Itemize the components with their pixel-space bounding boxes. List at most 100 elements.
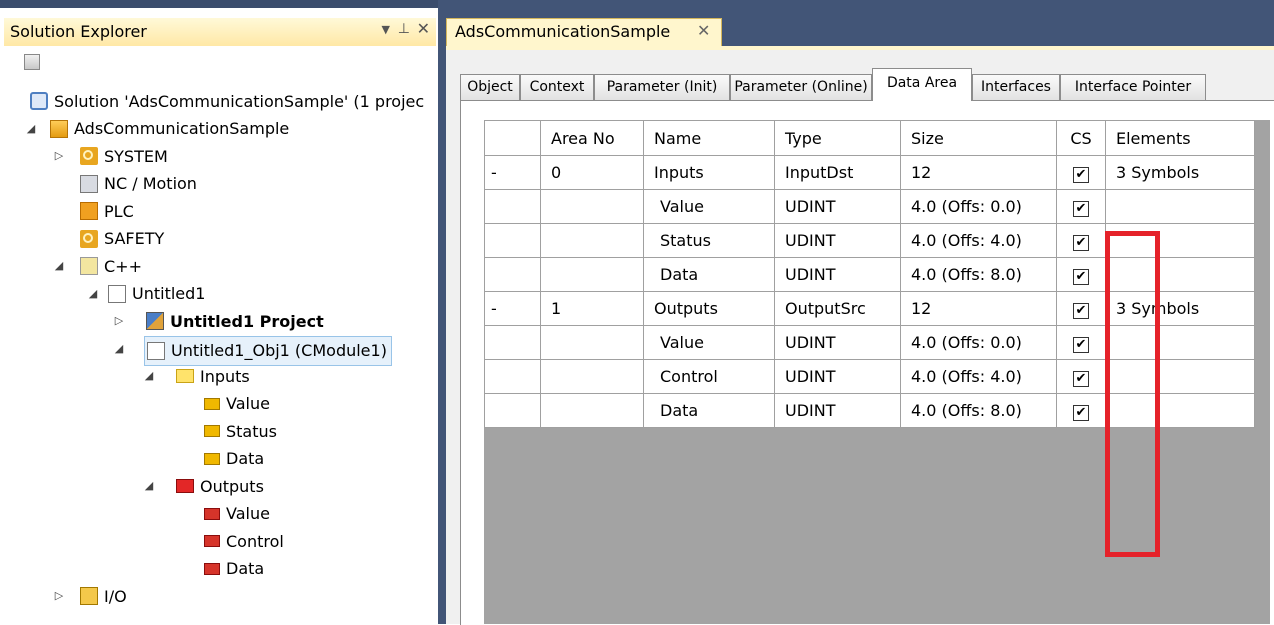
document-well: AdsCommunicationSample ✕ Object Context Pa… <box>438 0 1274 625</box>
tree-node[interactable]: I/O <box>80 583 127 609</box>
tree-expander[interactable]: ◢ <box>24 122 38 135</box>
output-variable-icon <box>204 507 220 520</box>
cell-expander[interactable]: - <box>491 299 497 318</box>
cell-name: Inputs <box>654 163 704 182</box>
tree-node-label: NC / Motion <box>104 174 197 193</box>
tree-expander[interactable]: ◢ <box>142 479 156 492</box>
close-icon[interactable]: ✕ <box>417 19 430 38</box>
solution-icon <box>30 92 48 110</box>
tree-node[interactable]: Untitled1 <box>108 281 205 307</box>
tree-node-label: Outputs <box>200 476 264 496</box>
tree-node-label: SYSTEM <box>104 146 168 166</box>
tab-parameter-init[interactable]: Parameter (Init) <box>594 74 730 100</box>
cell-area-no: 0 <box>551 163 562 182</box>
tree-node[interactable]: PLC <box>80 198 134 224</box>
properties-icon[interactable] <box>24 54 40 70</box>
cell-size: 4.0 (Offs: 4.0) <box>911 231 1022 250</box>
table-row[interactable]: Value UDINT 4.0 (Offs: 0.0) ✔ <box>484 325 1255 360</box>
tree-node[interactable]: NC / Motion <box>80 171 197 197</box>
tree-node[interactable]: Inputs <box>176 363 250 389</box>
tree-expander[interactable]: ▷ <box>52 589 66 602</box>
tree-expander[interactable]: ◢ <box>112 342 126 355</box>
tab-data-area[interactable]: Data Area <box>872 68 972 101</box>
io-icon <box>80 587 98 605</box>
column-header[interactable] <box>491 129 501 148</box>
tree-expander[interactable]: ▷ <box>52 149 66 162</box>
document-content: Object Context Parameter (Init) Parameter (… <box>446 46 1274 625</box>
tree-node[interactable]: C++ <box>80 253 142 279</box>
tree-node[interactable]: Solution 'AdsCommunicationSample' (1 pro… <box>30 88 424 114</box>
table-row[interactable]: - 1 Outputs OutputSrc 12 ✔ 3 Symbols <box>484 291 1255 326</box>
cs-checkbox[interactable]: ✔ <box>1073 336 1089 353</box>
cs-checkbox[interactable]: ✔ <box>1073 200 1089 217</box>
solution-tree: Solution 'AdsCommunicationSample' (1 pro… <box>0 86 432 624</box>
tree-node[interactable]: AdsCommunicationSample <box>50 116 289 142</box>
tab-parameter-online[interactable]: Parameter (Online) <box>730 74 872 100</box>
cell-name: Status <box>660 231 711 250</box>
table-row[interactable]: Value UDINT 4.0 (Offs: 0.0) ✔ <box>484 189 1255 224</box>
close-icon[interactable]: ✕ <box>697 21 710 40</box>
document-tab[interactable]: AdsCommunicationSample ✕ <box>446 18 722 46</box>
cell-area-no <box>541 333 551 352</box>
tree-node[interactable]: Data <box>204 446 264 472</box>
column-header[interactable]: Elements <box>1106 129 1191 148</box>
cell-name: Value <box>660 197 704 216</box>
tab-interfaces[interactable]: Interfaces <box>972 74 1060 100</box>
table-row[interactable]: - 0 Inputs InputDst 12 ✔ 3 Symbols <box>484 155 1255 190</box>
tree-node-label: C++ <box>104 256 142 276</box>
table-row[interactable]: Status UDINT 4.0 (Offs: 4.0) ✔ <box>484 223 1255 258</box>
cs-checkbox[interactable]: ✔ <box>1073 268 1089 285</box>
tree-expander[interactable]: ◢ <box>142 369 156 382</box>
inputs-folder-icon <box>176 369 194 383</box>
tab-interface-pointer[interactable]: Interface Pointer <box>1060 74 1206 100</box>
table-row[interactable]: Data UDINT 4.0 (Offs: 8.0) ✔ <box>484 393 1255 428</box>
solution-explorer-title-bar: Solution Explorer ▼ ⊥ ✕ <box>4 18 436 47</box>
tree-node-label: Untitled1 <box>132 284 206 303</box>
tree-node-label: Value <box>226 504 270 523</box>
tab-context[interactable]: Context <box>520 74 594 100</box>
column-header[interactable]: Name <box>644 129 701 148</box>
tree-node[interactable]: Value <box>204 391 270 417</box>
tree-node[interactable]: Untitled1_Obj1 (CModule1) <box>144 335 392 366</box>
tree-node[interactable]: Status <box>204 418 277 444</box>
cs-checkbox[interactable]: ✔ <box>1073 302 1089 319</box>
cs-checkbox[interactable]: ✔ <box>1073 166 1089 183</box>
cell-type: UDINT <box>785 333 836 352</box>
tree-node[interactable]: Control <box>204 528 284 554</box>
cs-checkbox[interactable]: ✔ <box>1073 404 1089 421</box>
column-header[interactable]: Type <box>775 129 822 148</box>
table-row[interactable]: Data UDINT 4.0 (Offs: 8.0) ✔ <box>484 257 1255 292</box>
column-header[interactable]: CS <box>1070 129 1091 148</box>
column-header[interactable]: Area No <box>541 129 615 148</box>
tree-node[interactable]: SAFETY <box>80 226 164 252</box>
tree-node[interactable]: Outputs <box>176 473 264 499</box>
tree-expander[interactable]: ◢ <box>52 259 66 272</box>
cs-checkbox[interactable]: ✔ <box>1073 370 1089 387</box>
cell-size: 12 <box>911 299 932 318</box>
tree-node[interactable]: Untitled1 Project <box>146 308 324 334</box>
tab-object[interactable]: Object <box>460 74 520 100</box>
plc-icon <box>80 202 98 220</box>
tree-node-label: Inputs <box>200 366 250 386</box>
cell-area-no <box>541 401 551 420</box>
column-header[interactable]: Size <box>901 129 944 148</box>
pin-icon[interactable]: ⊥ <box>398 21 410 37</box>
tree-node[interactable]: SYSTEM <box>80 143 168 169</box>
tree-expander[interactable]: ▷ <box>112 314 126 327</box>
table-row[interactable]: Control UDINT 4.0 (Offs: 4.0) ✔ <box>484 359 1255 394</box>
tree-node-label: SAFETY <box>104 229 165 248</box>
tree-expander[interactable]: ◢ <box>86 287 100 300</box>
tree-node[interactable]: Data <box>204 556 264 582</box>
input-variable-icon <box>204 425 220 437</box>
cell-expander[interactable]: - <box>491 163 497 182</box>
cell-size: 4.0 (Offs: 8.0) <box>911 265 1022 284</box>
panel-title: Solution Explorer <box>10 22 147 41</box>
tree-node[interactable]: Value <box>204 501 270 527</box>
cell-elements <box>1106 231 1116 250</box>
cell-type: OutputSrc <box>785 299 866 318</box>
cell-elements <box>1106 401 1116 420</box>
tree-node-label: Data <box>226 449 265 468</box>
outputs-folder-icon <box>176 479 194 493</box>
cs-checkbox[interactable]: ✔ <box>1073 234 1089 251</box>
window-position-dropdown-icon[interactable]: ▼ <box>382 23 390 36</box>
